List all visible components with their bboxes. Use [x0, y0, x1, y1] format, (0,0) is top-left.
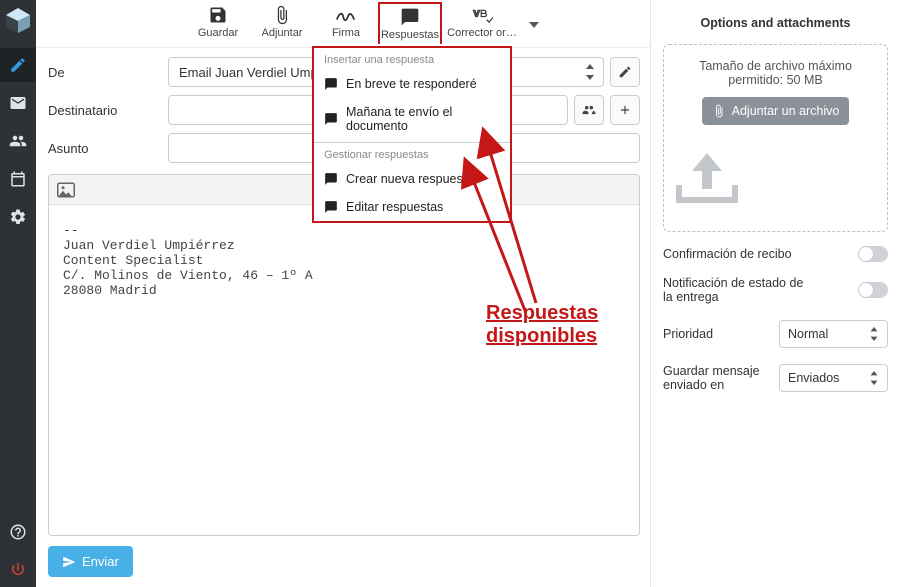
- priority-label: Prioridad: [663, 327, 771, 341]
- rail-contacts[interactable]: [0, 124, 36, 158]
- message-body[interactable]: -- Juan Verdiel Umpiérrez Content Specia…: [49, 205, 639, 535]
- save-label: Guardar: [198, 27, 238, 39]
- toolbar-more[interactable]: [522, 4, 546, 46]
- savein-label: Guardar mensaje enviado en: [663, 364, 771, 392]
- savein-value: Enviados: [788, 371, 839, 385]
- responses-dropdown: Insertar una respuesta En breve te respo…: [312, 46, 512, 223]
- compose-toolbar: Guardar Adjuntar Firma Respuestas Correc…: [36, 0, 650, 48]
- edit-responses[interactable]: Editar respuestas: [314, 193, 510, 221]
- rail-calendar[interactable]: [0, 162, 36, 196]
- chevron-updown-icon: [869, 327, 879, 341]
- attach-file-button[interactable]: Adjuntar un archivo: [702, 97, 850, 125]
- message-editor: -- Juan Verdiel Umpiérrez Content Specia…: [48, 174, 640, 536]
- dsn-toggle[interactable]: [858, 282, 888, 298]
- options-panel: Options and attachments Tamaño de archiv…: [650, 0, 900, 587]
- send-button[interactable]: Enviar: [48, 546, 133, 577]
- signature-label: Firma: [332, 27, 360, 39]
- comment-icon: [324, 200, 338, 214]
- return-receipt-label: Confirmación de recibo: [663, 247, 792, 261]
- attach-label: Adjuntar: [262, 27, 303, 39]
- spellcheck-button[interactable]: Corrector or…: [442, 4, 522, 46]
- rail-mail[interactable]: [0, 86, 36, 120]
- save-button[interactable]: Guardar: [186, 4, 250, 46]
- dropdown-manage-header: Gestionar respuestas: [314, 143, 510, 165]
- return-receipt-toggle[interactable]: [858, 246, 888, 262]
- savein-select[interactable]: Enviados: [779, 364, 888, 392]
- attachment-dropzone[interactable]: Tamaño de archivo máximo permitido: 50 M…: [663, 44, 888, 232]
- priority-select[interactable]: Normal: [779, 320, 888, 348]
- comment-icon: [324, 172, 338, 186]
- max-size-text: Tamaño de archivo máximo permitido: 50 M…: [672, 59, 879, 87]
- edit-responses-label: Editar respuestas: [346, 200, 443, 214]
- signature-icon: [335, 4, 357, 26]
- upload-icon: [672, 147, 879, 207]
- send-label: Enviar: [82, 554, 119, 569]
- paperclip-icon: [712, 104, 726, 118]
- attach-file-label: Adjuntar un archivo: [732, 104, 840, 118]
- comment-icon: [324, 112, 338, 126]
- add-contact-button[interactable]: [574, 95, 604, 125]
- subject-label: Asunto: [48, 141, 168, 156]
- rail-help[interactable]: [0, 515, 36, 549]
- comment-icon: [400, 6, 420, 28]
- dropdown-insert-header: Insertar una respuesta: [314, 48, 510, 70]
- spellcheck-icon: [471, 4, 493, 26]
- responses-label: Respuestas: [381, 29, 439, 41]
- edit-identities-button[interactable]: [610, 57, 640, 87]
- response-item-1[interactable]: En breve te responderé: [314, 70, 510, 98]
- rail-logout[interactable]: [0, 553, 36, 587]
- response-item-2[interactable]: Mañana te envío el documento: [314, 98, 510, 140]
- response-item-label: En breve te responderé: [346, 77, 477, 91]
- chevron-updown-icon: [585, 64, 595, 80]
- from-identity-value: Email Juan Verdiel Umpié: [179, 65, 328, 80]
- to-label: Destinatario: [48, 103, 168, 118]
- responses-button[interactable]: Respuestas: [378, 2, 442, 44]
- create-response[interactable]: Crear nueva respuesta: [314, 165, 510, 193]
- attach-button[interactable]: Adjuntar: [250, 4, 314, 46]
- paperclip-icon: [272, 4, 292, 26]
- response-item-label: Mañana te envío el documento: [346, 105, 500, 133]
- rail-compose[interactable]: [0, 48, 36, 82]
- left-rail: [0, 0, 36, 587]
- priority-value: Normal: [788, 327, 828, 341]
- options-title: Options and attachments: [663, 16, 888, 30]
- send-icon: [62, 555, 76, 569]
- app-logo: [4, 6, 32, 34]
- signature-button[interactable]: Firma: [314, 4, 378, 46]
- spellcheck-label: Corrector or…: [447, 27, 517, 39]
- main-panel: Guardar Adjuntar Firma Respuestas Correc…: [36, 0, 650, 587]
- from-label: De: [48, 65, 168, 80]
- save-icon: [208, 4, 228, 26]
- chevron-updown-icon: [869, 371, 879, 385]
- rail-settings[interactable]: [0, 200, 36, 234]
- image-icon[interactable]: [57, 182, 75, 198]
- create-response-label: Crear nueva respuesta: [346, 172, 473, 186]
- comment-icon: [324, 77, 338, 91]
- add-header-button[interactable]: [610, 95, 640, 125]
- dsn-label: Notificación de estado de la entrega: [663, 276, 813, 304]
